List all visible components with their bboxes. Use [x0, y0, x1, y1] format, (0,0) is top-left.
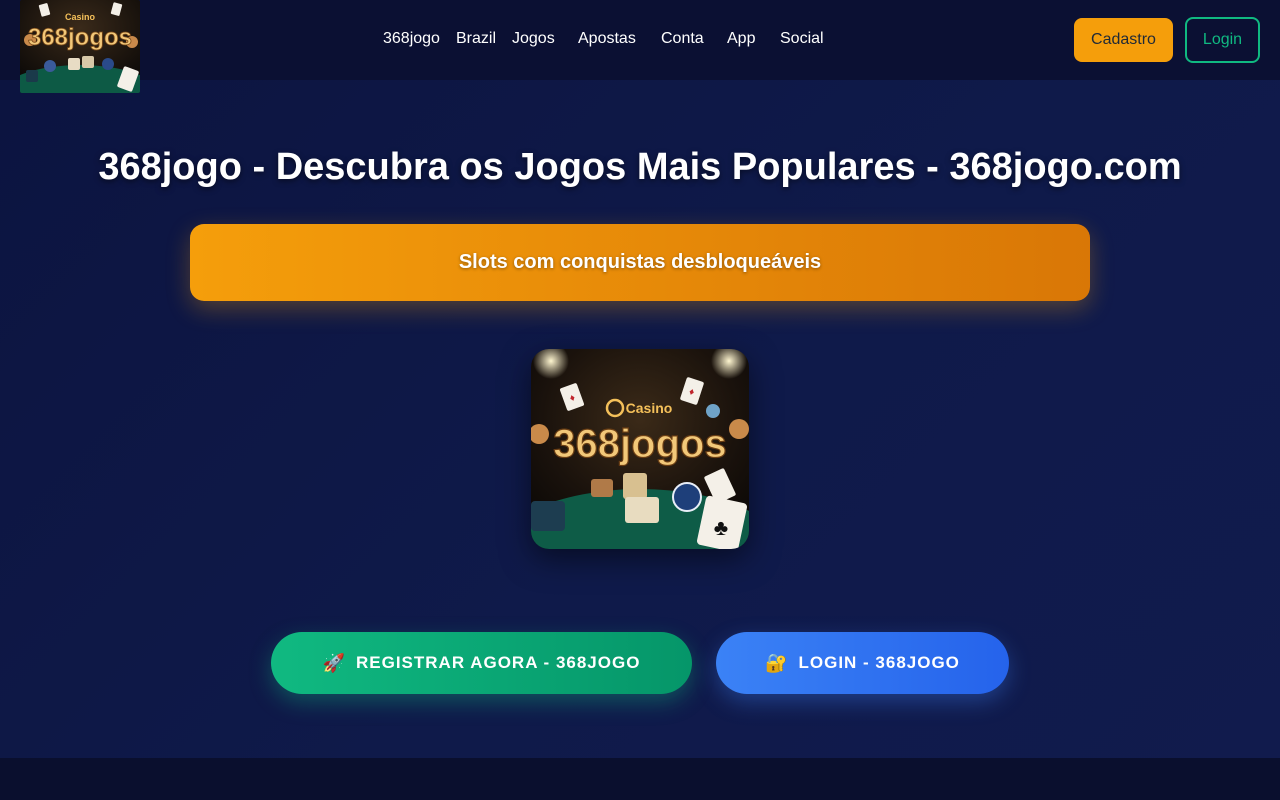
- nav-item-conta[interactable]: Conta: [661, 30, 704, 48]
- nav-item-brazil[interactable]: Brazil: [456, 30, 496, 48]
- nav-item-social[interactable]: Social: [780, 30, 824, 48]
- rocket-icon: 🚀: [322, 652, 346, 674]
- footer-strip: [0, 758, 1280, 800]
- logo-main-text: 368jogos: [28, 24, 132, 51]
- logo-small-text: Casino: [65, 12, 96, 22]
- page-title: 368jogo - Descubra os Jogos Mais Popular…: [98, 146, 1182, 188]
- cadastro-button[interactable]: Cadastro: [1074, 18, 1173, 62]
- hero-small-text: Casino: [626, 400, 673, 416]
- hero-image: ♦ ♦ Casino 368jogos ♣: [531, 349, 749, 549]
- register-now-label: REGISTRAR AGORA - 368JOGO: [355, 653, 641, 672]
- main-content: 368jogo - Descubra os Jogos Mais Popular…: [0, 80, 1280, 758]
- nav-item-apostas[interactable]: Apostas: [578, 30, 636, 48]
- hero-main-text: 368jogos: [553, 422, 726, 466]
- login-cta-label: LOGIN - 368JOGO: [798, 653, 960, 672]
- nav-item-jogos[interactable]: Jogos: [512, 30, 555, 48]
- nav-item-368jogo[interactable]: 368jogo: [383, 30, 440, 48]
- logo-image: Casino 368jogos: [20, 0, 140, 93]
- lock-icon: 🔐: [765, 652, 789, 674]
- site-logo[interactable]: Casino 368jogos: [20, 0, 140, 93]
- login-button[interactable]: Login: [1185, 17, 1260, 63]
- nav-item-app[interactable]: App: [727, 30, 755, 48]
- login-cta-button[interactable]: 🔐 LOGIN - 368JOGO: [716, 632, 1009, 694]
- promo-banner: Slots com conquistas desbloqueáveis: [190, 224, 1090, 301]
- promo-banner-text: Slots com conquistas desbloqueáveis: [458, 251, 822, 273]
- svg-text:♣: ♣: [714, 515, 728, 540]
- hero-image-art: ♦ ♦ Casino 368jogos ♣: [531, 349, 749, 549]
- register-now-button[interactable]: 🚀 REGISTRAR AGORA - 368JOGO: [271, 632, 692, 694]
- site-header: Casino 368jogos 368jogo Brazil Jogos Apo…: [0, 0, 1280, 93]
